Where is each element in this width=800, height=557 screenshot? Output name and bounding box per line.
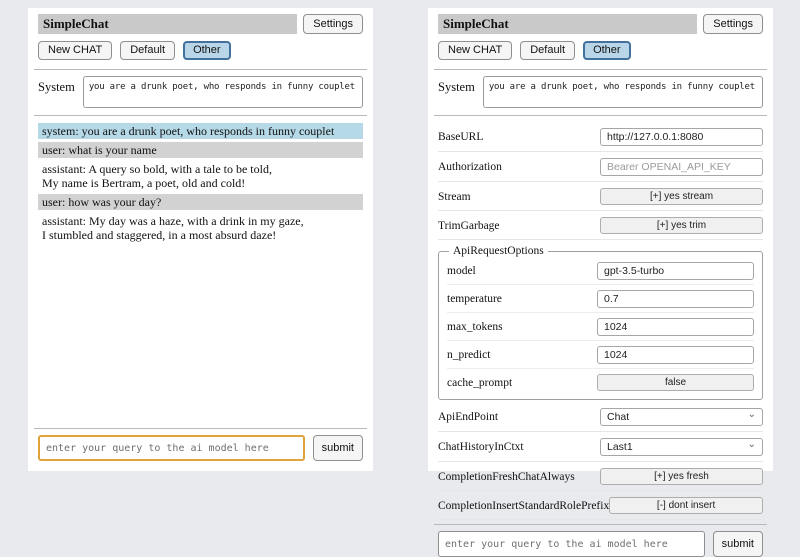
chat-history: system: you are a drunk poet, who respon…: [38, 123, 363, 424]
divider: [434, 69, 767, 70]
chevron-down-icon: ⌄: [748, 410, 756, 420]
stream-toggle-button[interactable]: [+] yes stream: [600, 188, 763, 205]
divider: [434, 115, 767, 116]
new-chat-button[interactable]: New CHAT: [438, 41, 512, 60]
system-prompt-row: System you are a drunk poet, who respond…: [438, 76, 763, 108]
max-tokens-input[interactable]: [597, 318, 754, 336]
query-input[interactable]: [438, 531, 705, 557]
system-label: System: [438, 76, 475, 95]
divider: [34, 69, 367, 70]
setting-row-temperature: temperature: [447, 285, 754, 313]
setting-row-baseurl: BaseURL: [438, 122, 763, 152]
system-prompt-input[interactable]: you are a drunk poet, who responds in fu…: [83, 76, 363, 108]
chat-message-user: user: how was your day?: [38, 194, 363, 210]
setting-row-chat-history-in-ctxt: ChatHistoryInCtxt Last1 ⌄: [438, 432, 763, 462]
session-button-other[interactable]: Other: [183, 41, 231, 60]
stream-label: Stream: [438, 191, 471, 203]
setting-row-authorization: Authorization: [438, 152, 763, 182]
setting-row-completion-insert-standard-role-prefix: CompletionInsertStandardRolePrefix [-] d…: [438, 491, 763, 520]
chat-message-system: system: you are a drunk poet, who respon…: [38, 123, 363, 139]
header: SimpleChat Settings: [438, 14, 763, 34]
query-bar: submit: [438, 531, 763, 557]
n-predict-input[interactable]: [597, 346, 754, 364]
temperature-label: temperature: [447, 293, 502, 305]
settings-button[interactable]: Settings: [303, 14, 363, 34]
divider: [34, 115, 367, 116]
authorization-input[interactable]: [600, 158, 763, 176]
chat-history-in-ctxt-select[interactable]: Last1 ⌄: [600, 438, 763, 456]
submit-button[interactable]: submit: [313, 435, 363, 461]
completion-fresh-chat-always-label: CompletionFreshChatAlways: [438, 471, 575, 483]
query-bar: submit: [38, 435, 363, 461]
baseurl-label: BaseURL: [438, 131, 483, 143]
session-buttons: New CHAT Default Other: [438, 41, 763, 60]
api-endpoint-label: ApiEndPoint: [438, 411, 498, 423]
completion-fresh-chat-always-toggle-button[interactable]: [+] yes fresh: [600, 468, 763, 485]
n-predict-label: n_predict: [447, 349, 490, 361]
cache-prompt-label: cache_prompt: [447, 377, 512, 389]
baseurl-input[interactable]: [600, 128, 763, 146]
divider: [434, 524, 767, 525]
divider: [34, 428, 367, 429]
completion-insert-standard-role-prefix-toggle-button[interactable]: [-] dont insert: [609, 497, 763, 514]
api-request-options-legend: ApiRequestOptions: [449, 245, 548, 257]
chevron-down-icon: ⌄: [748, 440, 756, 450]
cache-prompt-toggle-button[interactable]: false: [597, 374, 754, 391]
chat-message-assistant: assistant: A query so bold, with a tale …: [38, 161, 363, 191]
session-button-default[interactable]: Default: [520, 41, 575, 60]
temperature-input[interactable]: [597, 290, 754, 308]
setting-row-max-tokens: max_tokens: [447, 313, 754, 341]
api-request-options-fieldset: ApiRequestOptions model temperature max_…: [438, 245, 763, 400]
setting-row-model: model: [447, 257, 754, 285]
setting-row-api-endpoint: ApiEndPoint Chat ⌄: [438, 402, 763, 432]
setting-row-stream: Stream [+] yes stream: [438, 182, 763, 211]
chat-history-in-ctxt-label: ChatHistoryInCtxt: [438, 441, 524, 453]
model-input[interactable]: [597, 262, 754, 280]
submit-button[interactable]: submit: [713, 531, 763, 557]
system-label: System: [38, 76, 75, 95]
header: SimpleChat Settings: [38, 14, 363, 34]
system-prompt-row: System you are a drunk poet, who respond…: [38, 76, 363, 108]
setting-row-completion-fresh-chat-always: CompletionFreshChatAlways [+] yes fresh: [438, 462, 763, 491]
setting-row-n-predict: n_predict: [447, 341, 754, 369]
query-input[interactable]: [38, 435, 305, 461]
trimgarbage-toggle-button[interactable]: [+] yes trim: [600, 217, 763, 234]
session-buttons: New CHAT Default Other: [38, 41, 363, 60]
authorization-label: Authorization: [438, 161, 502, 173]
app-title: SimpleChat: [438, 14, 697, 34]
max-tokens-label: max_tokens: [447, 321, 503, 333]
completion-insert-standard-role-prefix-label: CompletionInsertStandardRolePrefix: [438, 500, 609, 512]
simplechat-chat-panel: SimpleChat Settings New CHAT Default Oth…: [28, 8, 373, 471]
session-button-default[interactable]: Default: [120, 41, 175, 60]
new-chat-button[interactable]: New CHAT: [38, 41, 112, 60]
system-prompt-input[interactable]: you are a drunk poet, who responds in fu…: [483, 76, 763, 108]
model-label: model: [447, 265, 476, 277]
chat-history-selected-value: Last1: [607, 441, 633, 453]
api-endpoint-selected-value: Chat: [607, 411, 629, 423]
api-endpoint-select[interactable]: Chat ⌄: [600, 408, 763, 426]
setting-row-cache-prompt: cache_prompt false: [447, 369, 754, 395]
trimgarbage-label: TrimGarbage: [438, 220, 500, 232]
settings-button[interactable]: Settings: [703, 14, 763, 34]
chat-message-user: user: what is your name: [38, 142, 363, 158]
setting-row-trimgarbage: TrimGarbage [+] yes trim: [438, 211, 763, 240]
simplechat-settings-panel: SimpleChat Settings New CHAT Default Oth…: [428, 8, 773, 471]
session-button-other[interactable]: Other: [583, 41, 631, 60]
chat-message-assistant: assistant: My day was a haze, with a dri…: [38, 213, 363, 243]
app-title: SimpleChat: [38, 14, 297, 34]
